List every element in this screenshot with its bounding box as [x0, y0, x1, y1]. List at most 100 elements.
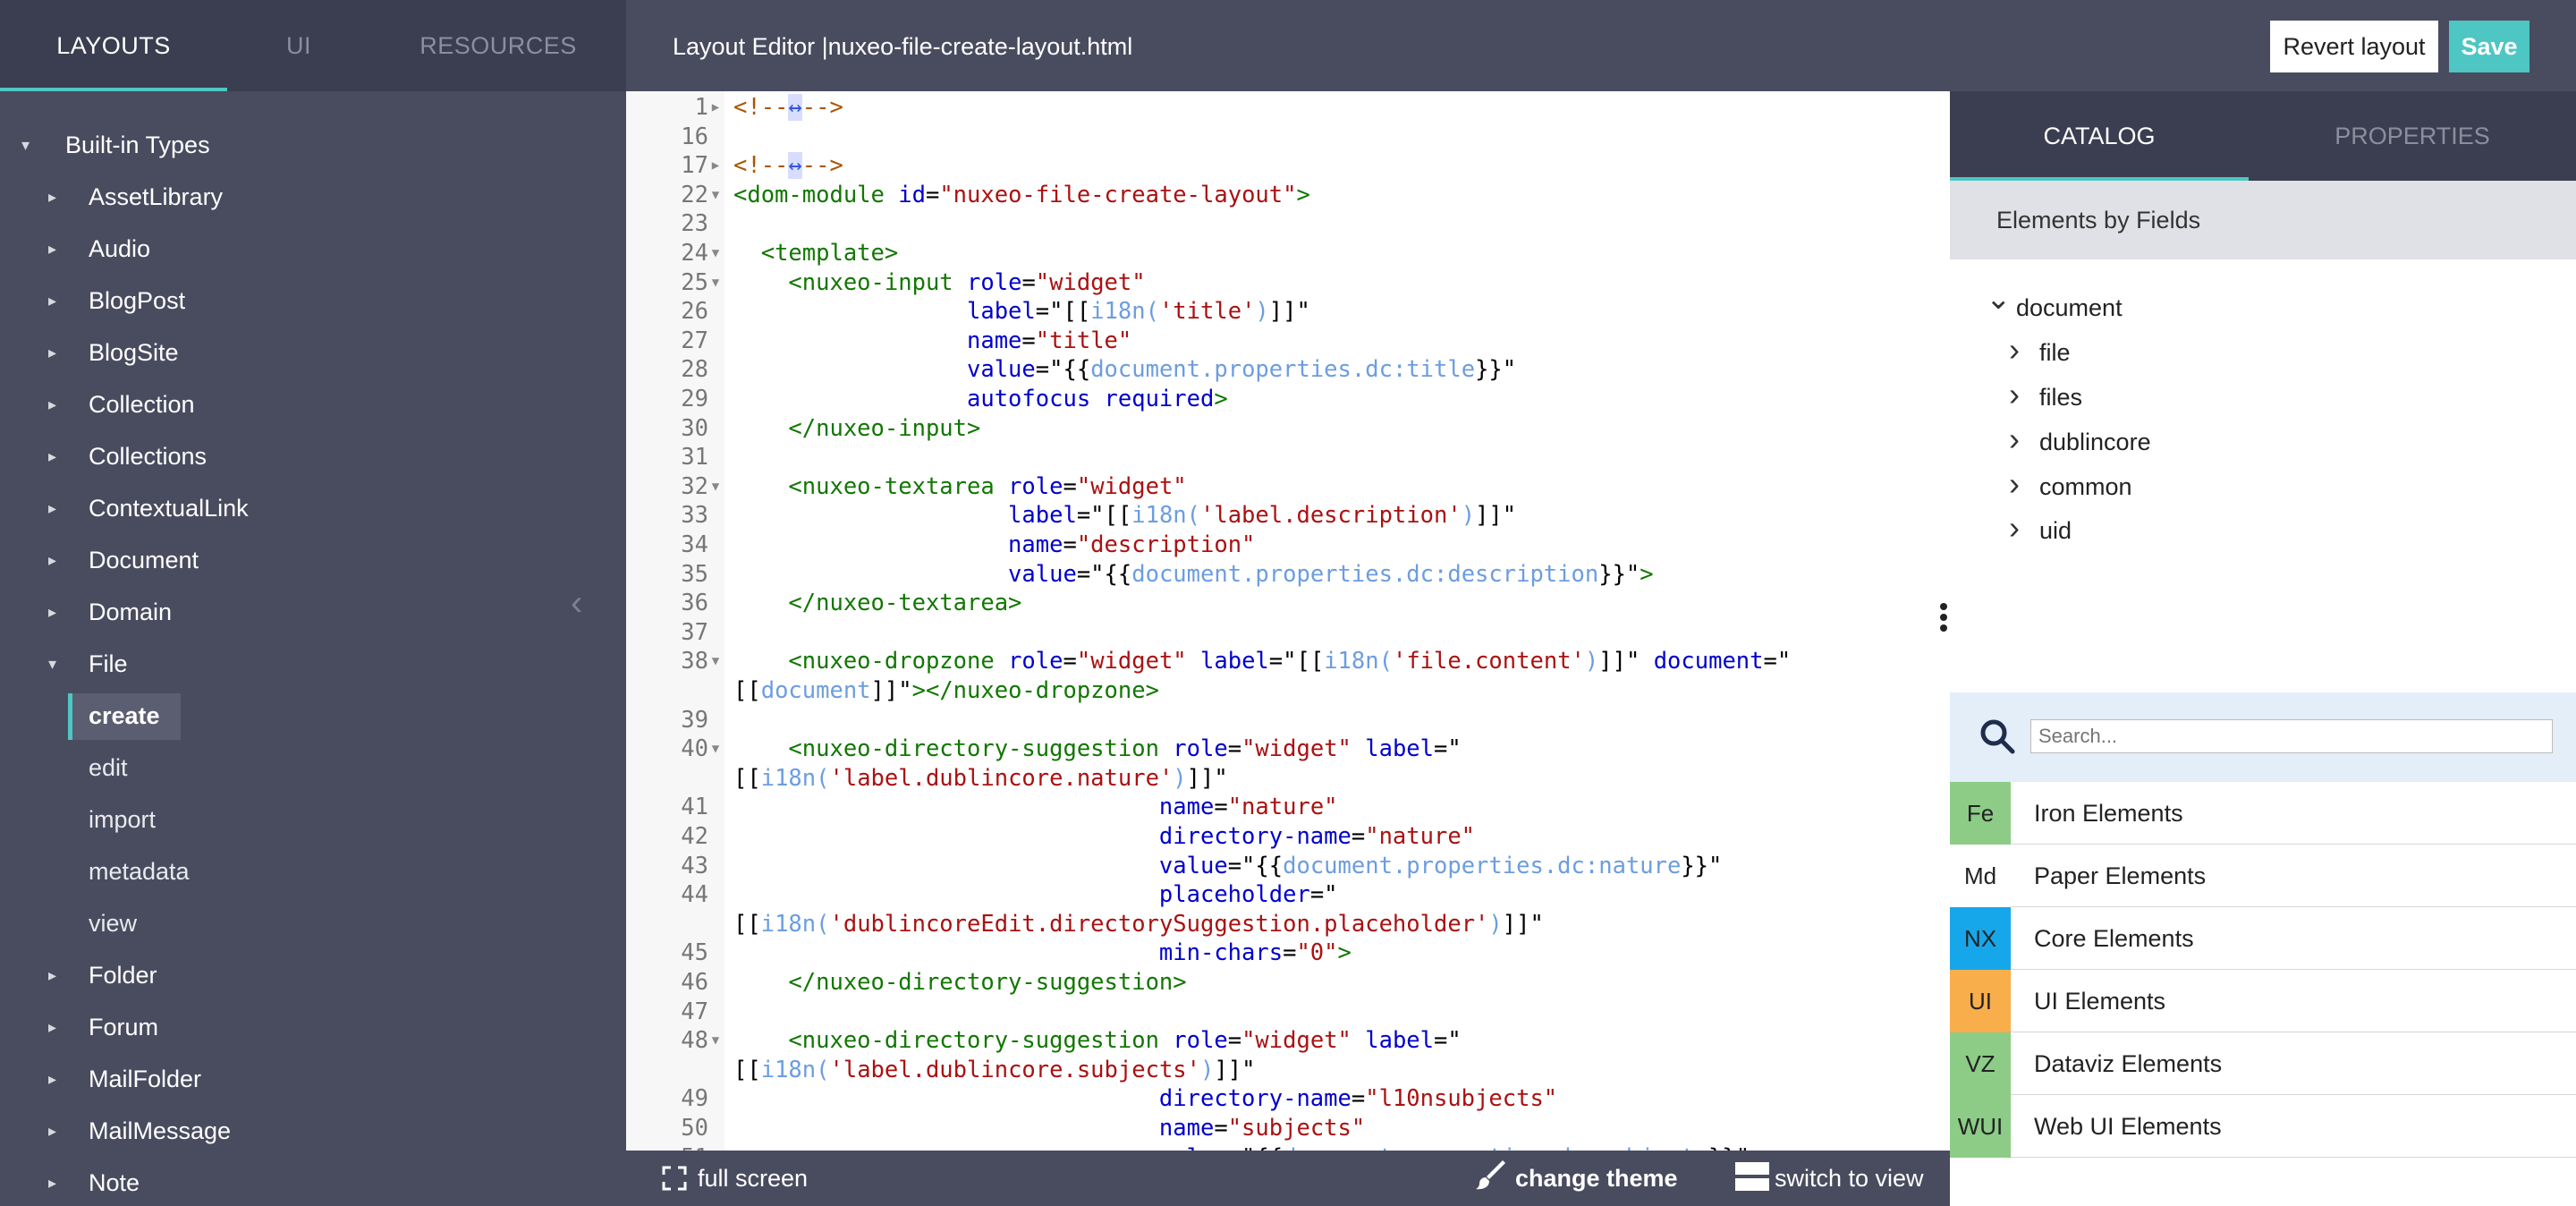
revert-layout-button[interactable]: Revert layout: [2270, 21, 2438, 72]
catalog-search-input[interactable]: [2030, 719, 2553, 753]
change-theme-button[interactable]: change theme: [1476, 1151, 1678, 1206]
catalog-row-dataviz-elements[interactable]: VZ Dataviz Elements: [1950, 1032, 2576, 1095]
code-line[interactable]: 27 name="title": [626, 327, 1950, 355]
code-line[interactable]: 45 min-chars="0">: [626, 938, 1950, 967]
tree-item-assetlibrary[interactable]: ▸ AssetLibrary: [0, 171, 626, 223]
code-line[interactable]: 31: [626, 443, 1950, 471]
code-line[interactable]: 40 ▼ <nuxeo-directory-suggestion role="wi…: [626, 735, 1950, 763]
tree-item-metadata[interactable]: metadata: [0, 845, 626, 897]
tree-item-built-in-types[interactable]: ▾ Built-in Types: [0, 119, 626, 171]
fold-open-icon[interactable]: ▼: [708, 735, 723, 763]
fold-open-icon[interactable]: ▼: [708, 181, 723, 209]
code-line[interactable]: 50 name="subjects": [626, 1114, 1950, 1142]
code-line[interactable]: 35 value="{{document.properties.dc:descr…: [626, 560, 1950, 589]
code-line[interactable]: 51 value="{{document.properties.dc:subje…: [626, 1143, 1950, 1151]
fold-open-icon[interactable]: ▼: [708, 1026, 723, 1055]
tree-item-forum[interactable]: ▸ Forum: [0, 1001, 626, 1053]
field-tree-item-document[interactable]: ⌄ document: [1950, 282, 2576, 329]
caret-right-icon[interactable]: ▸: [48, 1157, 56, 1206]
caret-down-icon[interactable]: ▾: [21, 119, 30, 171]
fold-open-icon[interactable]: ▼: [708, 647, 723, 675]
resize-handle-icon[interactable]: [1937, 603, 1950, 635]
caret-right-icon[interactable]: ▸: [48, 534, 56, 586]
catalog-row-web-ui-elements[interactable]: WUI Web UI Elements: [1950, 1095, 2576, 1158]
chevron-down-icon[interactable]: ⌄: [1986, 277, 2012, 320]
tab-layouts[interactable]: LAYOUTS: [0, 0, 227, 91]
caret-right-icon[interactable]: ▸: [48, 949, 56, 1001]
fold-open-icon[interactable]: ▼: [708, 268, 723, 297]
fold-open-icon[interactable]: ▼: [708, 472, 723, 501]
code-editor[interactable]: 1 ▶ <!--↔--> 16 17 ▶ <!--↔--> 22 ▼ <dom-module id…: [626, 91, 1950, 1151]
code-line[interactable]: [[document]]"></nuxeo-dropzone>: [626, 676, 1950, 705]
tree-item-mailmessage[interactable]: ▸ MailMessage: [0, 1105, 626, 1157]
code-line[interactable]: 38 ▼ <nuxeo-dropzone role="widget" label=…: [626, 647, 1950, 675]
tree-item-document[interactable]: ▸ Document: [0, 534, 626, 586]
code-line[interactable]: 36 </nuxeo-textarea>: [626, 589, 1950, 617]
code-line[interactable]: 37: [626, 618, 1950, 647]
tree-item-note[interactable]: ▸ Note: [0, 1157, 626, 1206]
tree-item-collections[interactable]: ▸ Collections: [0, 430, 626, 482]
code-line[interactable]: 17 ▶ <!--↔-->: [626, 151, 1950, 180]
caret-right-icon[interactable]: ▸: [48, 378, 56, 430]
search-icon[interactable]: [1975, 714, 2021, 760]
code-line[interactable]: 43 value="{{document.properties.dc:natur…: [626, 852, 1950, 880]
switch-to-view-button[interactable]: switch to view: [1735, 1151, 1924, 1206]
save-button[interactable]: Save: [2449, 21, 2529, 72]
code-line[interactable]: 25 ▼ <nuxeo-input role="widget": [626, 268, 1950, 297]
collapse-sidebar-icon[interactable]: ‹: [571, 583, 582, 624]
chevron-right-icon[interactable]: ›: [2009, 418, 2020, 461]
tab-ui[interactable]: UI: [227, 0, 370, 91]
tree-item-file[interactable]: ▾ File: [0, 638, 626, 690]
caret-right-icon[interactable]: ▸: [48, 1001, 56, 1053]
code-line[interactable]: 44 placeholder=": [626, 880, 1950, 909]
code-line[interactable]: 22 ▼ <dom-module id="nuxeo-file-create-lay…: [626, 181, 1950, 209]
code-line[interactable]: 41 name="nature": [626, 793, 1950, 821]
caret-right-icon[interactable]: ▸: [48, 1105, 56, 1157]
field-tree-item-common[interactable]: › common: [1950, 465, 2576, 508]
tree-item-mailfolder[interactable]: ▸ MailFolder: [0, 1053, 626, 1105]
chevron-right-icon[interactable]: ›: [2009, 373, 2020, 416]
code-line[interactable]: 33 label="[[i18n('label.description')]]": [626, 501, 1950, 530]
code-line[interactable]: [[i18n('label.dublincore.nature')]]": [626, 764, 1950, 793]
tab-resources[interactable]: RESOURCES: [370, 0, 626, 91]
chevron-right-icon[interactable]: ›: [2009, 506, 2020, 549]
code-line[interactable]: 42 directory-name="nature": [626, 822, 1950, 851]
caret-right-icon[interactable]: ▸: [48, 586, 56, 638]
chevron-right-icon[interactable]: ›: [2009, 463, 2020, 505]
full-screen-button[interactable]: full screen: [662, 1151, 808, 1206]
caret-right-icon[interactable]: ▸: [48, 171, 56, 223]
tree-item-view[interactable]: view: [0, 897, 626, 949]
tree-item-contextuallink[interactable]: ▸ ContextualLink: [0, 482, 626, 534]
code-line[interactable]: 29 autofocus required>: [626, 385, 1950, 413]
code-line[interactable]: 32 ▼ <nuxeo-textarea role="widget": [626, 472, 1950, 501]
caret-right-icon[interactable]: ▸: [48, 327, 56, 378]
caret-right-icon[interactable]: ▸: [48, 223, 56, 275]
fold-closed-icon[interactable]: ▶: [708, 151, 723, 180]
fold-closed-icon[interactable]: ▶: [708, 93, 723, 122]
caret-down-icon[interactable]: ▾: [48, 638, 56, 690]
code-line[interactable]: 26 label="[[i18n('title')]]": [626, 297, 1950, 326]
tree-item-folder[interactable]: ▸ Folder: [0, 949, 626, 1001]
code-line[interactable]: [[i18n('label.dublincore.subjects')]]": [626, 1056, 1950, 1084]
field-tree-item-file[interactable]: › file: [1950, 331, 2576, 374]
code-line[interactable]: 46 </nuxeo-directory-suggestion>: [626, 968, 1950, 997]
code-line[interactable]: 49 directory-name="l10nsubjects": [626, 1084, 1950, 1113]
tree-item-import[interactable]: import: [0, 794, 626, 845]
tree-item-blogsite[interactable]: ▸ BlogSite: [0, 327, 626, 378]
fold-open-icon[interactable]: ▼: [708, 239, 723, 268]
tree-item-blogpost[interactable]: ▸ BlogPost: [0, 275, 626, 327]
catalog-row-ui-elements[interactable]: UI UI Elements: [1950, 970, 2576, 1032]
caret-right-icon[interactable]: ▸: [48, 1053, 56, 1105]
tab-properties[interactable]: PROPERTIES: [2249, 91, 2576, 181]
catalog-row-paper-elements[interactable]: Md Paper Elements: [1950, 845, 2576, 907]
code-line[interactable]: 1 ▶ <!--↔-->: [626, 93, 1950, 122]
tree-item-audio[interactable]: ▸ Audio: [0, 223, 626, 275]
tree-item-collection[interactable]: ▸ Collection: [0, 378, 626, 430]
catalog-row-core-elements[interactable]: NX Core Elements: [1950, 907, 2576, 970]
code-line[interactable]: 28 value="{{document.properties.dc:title…: [626, 355, 1950, 384]
code-line[interactable]: 24 ▼ <template>: [626, 239, 1950, 268]
caret-right-icon[interactable]: ▸: [48, 482, 56, 534]
code-line[interactable]: 48 ▼ <nuxeo-directory-suggestion role="wi…: [626, 1026, 1950, 1055]
field-tree-item-dublincore[interactable]: › dublincore: [1950, 420, 2576, 463]
tree-item-domain[interactable]: ▸ Domain: [0, 586, 626, 638]
